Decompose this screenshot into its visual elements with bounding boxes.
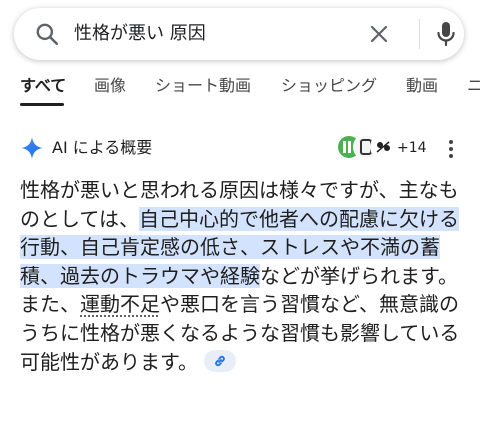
ai-overview-header: AI による概要 +14 bbox=[0, 128, 480, 168]
search-bar[interactable]: 性格が悪い 原因 bbox=[14, 8, 464, 60]
sparkle-icon bbox=[21, 137, 43, 159]
clear-icon[interactable] bbox=[367, 22, 391, 46]
linked-term[interactable]: 運動不足 bbox=[80, 292, 160, 316]
tab-images[interactable]: 画像 bbox=[94, 76, 126, 96]
tab-shopping[interactable]: ショッピング bbox=[281, 76, 377, 96]
search-icon[interactable] bbox=[34, 21, 60, 47]
tab-news[interactable]: ニ bbox=[467, 76, 480, 96]
source-link-chip[interactable] bbox=[204, 350, 236, 373]
search-tabs: すべて 画像 ショート動画 ショッピング 動画 ニ bbox=[0, 62, 480, 106]
link-icon bbox=[215, 355, 225, 367]
ai-overview-title: AI による概要 bbox=[52, 138, 153, 157]
source-favicons[interactable] bbox=[336, 134, 396, 162]
mic-icon[interactable] bbox=[434, 20, 458, 48]
more-sources-count[interactable]: +14 bbox=[397, 139, 427, 157]
tab-videos[interactable]: 動画 bbox=[406, 76, 438, 96]
active-tab-indicator bbox=[20, 103, 64, 106]
source-avatar[interactable] bbox=[370, 134, 396, 160]
tab-short-videos[interactable]: ショート動画 bbox=[155, 76, 251, 96]
tab-all[interactable]: すべて bbox=[20, 76, 66, 96]
more-vert-icon[interactable] bbox=[444, 138, 458, 158]
search-divider bbox=[419, 19, 420, 49]
ai-overview-text: 性格が悪いと思われる原因は様々ですが、主なものとしては、自己中心的で他者への配慮… bbox=[20, 176, 464, 376]
search-input[interactable]: 性格が悪い 原因 bbox=[74, 21, 206, 47]
